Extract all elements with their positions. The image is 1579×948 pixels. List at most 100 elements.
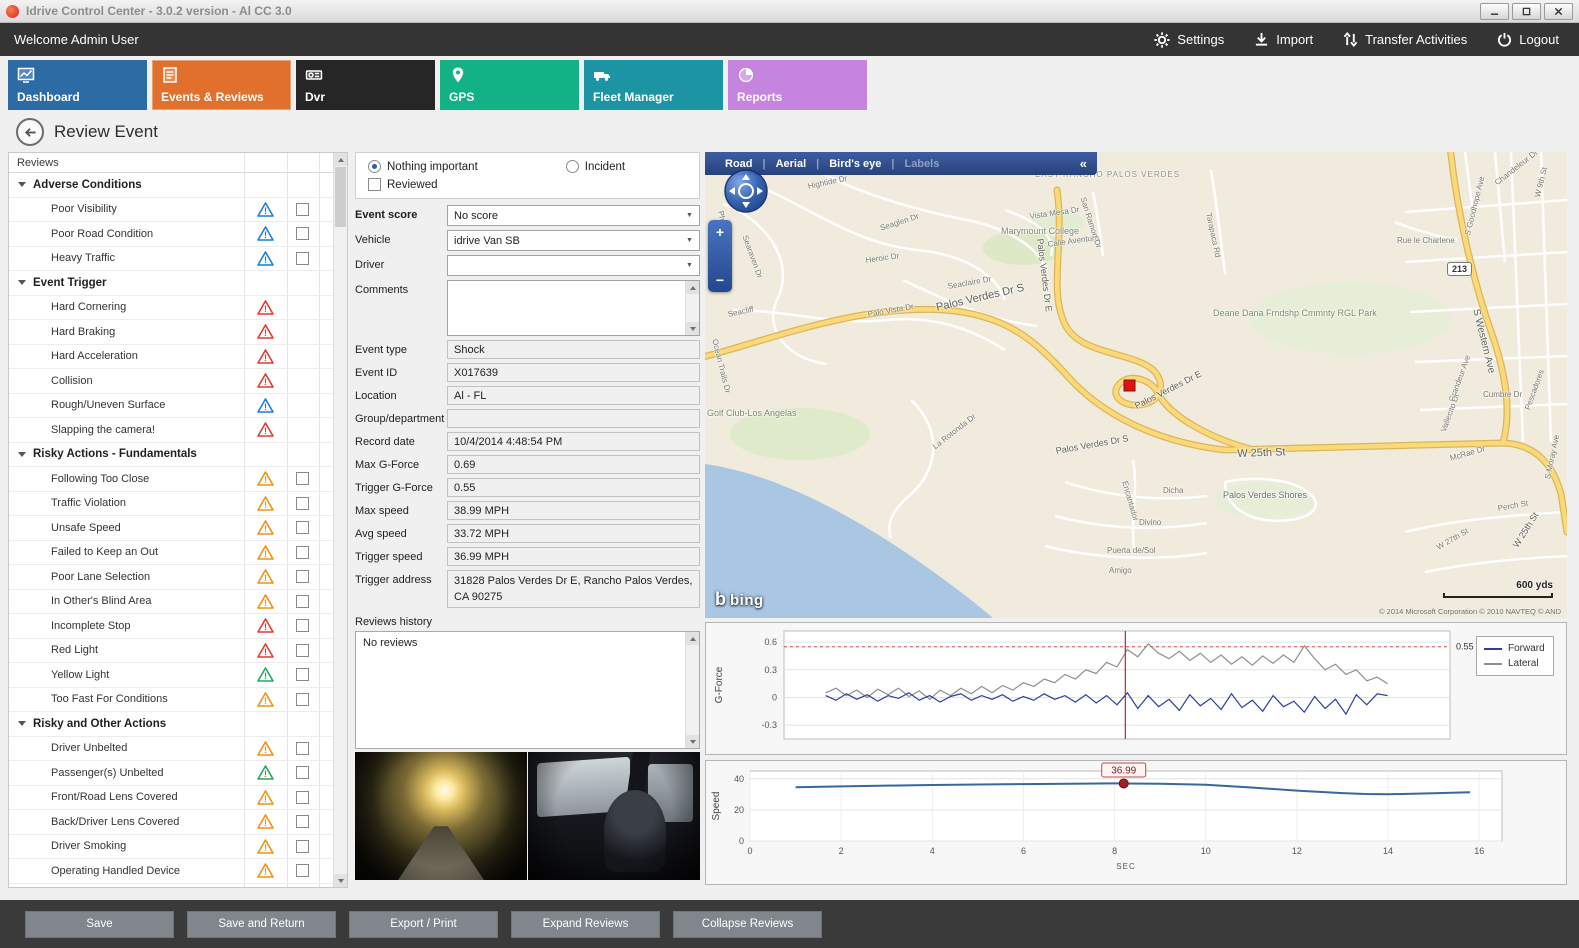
scroll-down-icon[interactable]	[686, 735, 699, 748]
review-group-risky-and-other-actions[interactable]: Risky and Other Actions	[9, 712, 333, 737]
zoom-in-button[interactable]: +	[716, 225, 724, 239]
review-item-label: Rough/Uneven Surface	[51, 399, 165, 411]
reviews-history-box[interactable]: No reviews	[355, 631, 700, 749]
event-id-field: X017639	[447, 363, 700, 382]
video-thumbnail-driver-camera[interactable]	[528, 752, 700, 880]
warning-triangle-icon: !	[257, 643, 274, 663]
top-bar: Welcome Admin User SettingsImportTransfe…	[0, 23, 1579, 56]
form-label-record-date: Record date	[355, 432, 447, 451]
scroll-thumb[interactable]	[335, 167, 346, 227]
map-mode-labels[interactable]: Labels	[894, 158, 949, 170]
scroll-up-icon[interactable]	[686, 632, 699, 645]
close-button[interactable]	[1544, 3, 1573, 20]
review-item-checkbox[interactable]	[296, 619, 309, 632]
video-thumbnail-road-camera[interactable]	[355, 752, 527, 880]
transfer-activities-button[interactable]: Transfer Activities	[1343, 32, 1467, 47]
review-item-checkbox[interactable]	[296, 497, 309, 510]
export-print-button[interactable]: Export / Print	[349, 911, 498, 938]
textarea-scrollbar[interactable]	[685, 281, 699, 335]
minimize-button[interactable]	[1480, 3, 1509, 20]
map-mode-aerial[interactable]: Aerial	[766, 158, 817, 170]
review-item-checkbox[interactable]	[296, 668, 309, 681]
review-item-back-driver-lens-covered: Back/Driver Lens Covered!	[9, 810, 333, 835]
review-item-checkbox[interactable]	[296, 644, 309, 657]
reviews-history-empty-text: No reviews	[363, 637, 417, 649]
chevron-down-icon: ▼	[682, 206, 697, 225]
event-score-select[interactable]: No score▼	[447, 205, 700, 226]
review-group-risky-actions-fundamentals[interactable]: Risky Actions - Fundamentals	[9, 443, 333, 468]
collapse-reviews-button[interactable]: Collapse Reviews	[673, 911, 822, 938]
nothing-important-label: Nothing important	[387, 161, 478, 173]
svg-text:!: !	[264, 598, 267, 608]
event-location-marker[interactable]	[1124, 380, 1135, 391]
save-button[interactable]: Save	[25, 911, 174, 938]
tab-gps[interactable]: GPS	[440, 60, 579, 110]
review-item-checkbox[interactable]	[296, 227, 309, 240]
logout-button[interactable]: Logout	[1497, 32, 1559, 47]
import-button[interactable]: Import	[1254, 32, 1313, 47]
bing-map[interactable]: EAST RANCHO PALOS VERDESMarymount Colleg…	[705, 152, 1567, 618]
scroll-down-icon[interactable]	[686, 322, 699, 335]
tab-events-reviews[interactable]: Events & Reviews	[152, 60, 291, 110]
review-item-checkbox[interactable]	[296, 203, 309, 216]
zoom-out-button[interactable]: −	[716, 273, 724, 287]
warning-triangle-icon: !	[257, 545, 274, 565]
review-item-checkbox[interactable]	[296, 815, 309, 828]
review-item-checkbox[interactable]	[296, 742, 309, 755]
legend-line-swatch	[1484, 663, 1502, 665]
reviews-history-scrollbar[interactable]	[685, 632, 699, 748]
driver-select[interactable]: ▼	[447, 255, 700, 276]
review-item-checkbox[interactable]	[296, 840, 309, 853]
expand-reviews-button[interactable]: Expand Reviews	[511, 911, 660, 938]
review-item-checkbox[interactable]	[296, 864, 309, 877]
reviewed-checkbox[interactable]	[368, 178, 381, 191]
maximize-button[interactable]	[1512, 3, 1541, 20]
review-group-adverse-conditions[interactable]: Adverse Conditions	[9, 173, 333, 198]
review-item-checkbox[interactable]	[296, 521, 309, 534]
scroll-down-icon[interactable]	[334, 874, 347, 887]
nothing-important-radio[interactable]	[368, 160, 381, 173]
review-item-label: Incomplete Stop	[51, 620, 131, 632]
review-item-checkbox[interactable]	[296, 693, 309, 706]
dvr-icon	[305, 66, 323, 84]
incident-radio[interactable]	[566, 160, 579, 173]
vehicle-select[interactable]: idrive Van SB▼	[447, 230, 700, 251]
map-toolbar-collapse-button[interactable]: «	[1080, 156, 1087, 171]
scroll-up-icon[interactable]	[334, 153, 347, 166]
tab-reports[interactable]: Reports	[728, 60, 867, 110]
review-item-slapping-the-camera: Slapping the camera!!	[9, 418, 333, 443]
tab-dvr[interactable]: Dvr	[296, 60, 435, 110]
scroll-up-icon[interactable]	[686, 281, 699, 294]
review-item-checkbox[interactable]	[296, 570, 309, 583]
legend-label: Forward	[1508, 643, 1545, 654]
tab-fleet-manager[interactable]: Fleet Manager	[584, 60, 723, 110]
max-speed-field: 38.99 MPH	[447, 501, 700, 520]
logout-label: Logout	[1519, 32, 1559, 47]
review-item-label: Heavy Traffic	[51, 252, 115, 264]
warning-triangle-icon: !	[257, 373, 274, 393]
review-item-too-fast-for-conditions: Too Fast For Conditions!	[9, 688, 333, 713]
review-item-checkbox[interactable]	[296, 595, 309, 608]
svg-text:SEC: SEC	[1116, 862, 1135, 871]
review-group-event-trigger[interactable]: Event Trigger	[9, 271, 333, 296]
warning-triangle-icon: !	[257, 790, 274, 810]
save-and-return-button[interactable]: Save and Return	[187, 911, 336, 938]
comments-textarea[interactable]	[447, 280, 700, 336]
review-item-checkbox[interactable]	[296, 472, 309, 485]
select-value: idrive Van SB	[454, 235, 520, 247]
svg-text:6: 6	[1021, 846, 1026, 856]
review-item-checkbox[interactable]	[296, 766, 309, 779]
review-item-checkbox[interactable]	[296, 791, 309, 804]
footer-toolbar: Save Save and Return Export / Print Expand …	[0, 900, 1579, 948]
reviews-scrollbar[interactable]	[333, 153, 347, 887]
settings-button[interactable]: Settings	[1154, 32, 1224, 48]
svg-text:!: !	[264, 696, 267, 706]
map-pan-control[interactable]	[723, 168, 769, 219]
tab-dashboard[interactable]: Dashboard	[8, 60, 147, 110]
back-button[interactable]	[16, 118, 44, 146]
reviews-history-label: Reviews history	[355, 616, 700, 628]
window-title: Idrive Control Center - 3.0.2 version - …	[26, 4, 292, 18]
map-mode-bird-s-eye[interactable]: Bird's eye	[819, 158, 891, 170]
review-item-checkbox[interactable]	[296, 546, 309, 559]
review-item-checkbox[interactable]	[296, 252, 309, 265]
